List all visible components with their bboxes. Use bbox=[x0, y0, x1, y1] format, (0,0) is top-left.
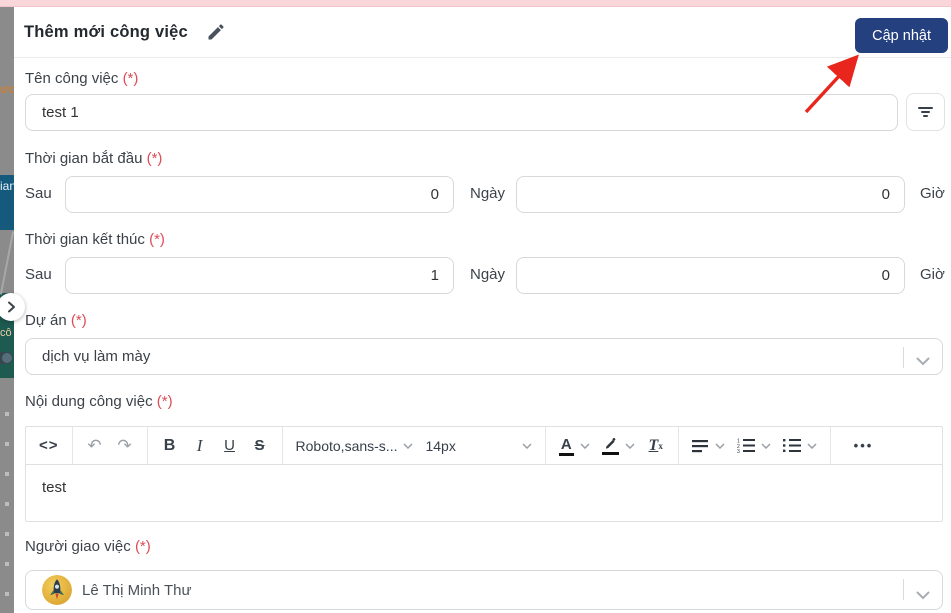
assigner-select[interactable]: Lê Thị Minh Thư bbox=[25, 570, 943, 610]
assigner-select-value: Lê Thị Minh Thư bbox=[82, 581, 192, 599]
editor-content[interactable]: test bbox=[26, 465, 942, 521]
project-label: Dự án (*) bbox=[25, 312, 87, 329]
more-options-button[interactable]: ••• bbox=[840, 431, 888, 461]
required-mark: (*) bbox=[134, 538, 151, 555]
undo-button[interactable]: ↶ bbox=[82, 431, 108, 461]
align-left-icon bbox=[691, 439, 708, 452]
strip-dot bbox=[5, 502, 9, 506]
required-mark: (*) bbox=[156, 393, 173, 410]
bullet-list-icon bbox=[782, 439, 801, 452]
italic-button[interactable]: I bbox=[187, 431, 213, 461]
task-filter-button[interactable] bbox=[906, 93, 945, 131]
align-dropdown[interactable] bbox=[688, 431, 729, 461]
start-days-unit-label: Ngày bbox=[470, 185, 506, 202]
strikethrough-button[interactable]: S bbox=[247, 431, 273, 461]
chevron-right-icon bbox=[7, 301, 15, 313]
rich-text-editor: <> ↶ ↷ B I U S Roboto,sans-s... 14px A T… bbox=[25, 426, 943, 522]
strip-dot bbox=[5, 412, 9, 416]
start-days-input[interactable] bbox=[65, 176, 454, 213]
strip-dot bbox=[5, 592, 9, 596]
background-toggle bbox=[0, 352, 13, 364]
required-mark: (*) bbox=[149, 231, 165, 248]
strip-dot bbox=[5, 442, 9, 446]
filter-icon bbox=[918, 105, 933, 119]
end-days-input[interactable] bbox=[65, 257, 454, 294]
chevron-down-icon bbox=[715, 442, 725, 449]
redo-button[interactable]: ↷ bbox=[112, 431, 138, 461]
chevron-down-icon bbox=[625, 442, 635, 449]
project-select[interactable]: dịch vụ làm mày bbox=[25, 338, 943, 375]
end-hours-unit-label: Giờ bbox=[920, 266, 945, 283]
edit-title-pencil-icon[interactable] bbox=[206, 22, 226, 42]
task-name-label: Tên công việc (*) bbox=[25, 70, 139, 87]
ordered-list-dropdown[interactable]: 123 bbox=[733, 431, 775, 461]
start-time-row: Sau Ngày Giờ bbox=[25, 176, 948, 213]
bullet-list-dropdown[interactable] bbox=[779, 431, 821, 461]
end-hours-input[interactable] bbox=[516, 257, 905, 294]
end-time-label: Thời gian kết thúc (*) bbox=[25, 231, 165, 248]
chevron-down-icon bbox=[807, 442, 817, 449]
task-name-input[interactable] bbox=[25, 94, 898, 131]
update-button[interactable]: Cập nhật bbox=[855, 18, 948, 53]
required-mark: (*) bbox=[70, 312, 87, 329]
start-time-label: Thời gian bắt đầu (*) bbox=[25, 150, 163, 167]
underline-button[interactable]: U bbox=[217, 431, 243, 461]
add-task-modal: Thêm mới công việc Cập nhật Tên công việ… bbox=[14, 7, 951, 613]
strip-dot bbox=[5, 472, 9, 476]
assigner-label: Người giao việc (*) bbox=[25, 538, 151, 555]
select-separator bbox=[903, 347, 904, 368]
background-clipped-text: ươ bbox=[0, 82, 14, 96]
page-title: Thêm mới công việc bbox=[24, 22, 188, 41]
start-hours-input[interactable] bbox=[516, 176, 905, 213]
chevron-down-icon bbox=[580, 442, 590, 449]
required-mark: (*) bbox=[122, 70, 139, 87]
strip-dot bbox=[5, 562, 9, 566]
highlight-color-dropdown[interactable] bbox=[598, 431, 639, 461]
end-after-label: Sau bbox=[25, 266, 52, 283]
text-color-dropdown[interactable]: A bbox=[555, 431, 594, 461]
content-label: Nội dung công việc (*) bbox=[25, 393, 173, 410]
chevron-down-icon bbox=[916, 587, 930, 604]
background-top-strip bbox=[0, 0, 951, 7]
select-separator bbox=[903, 579, 904, 600]
clear-formatting-button[interactable]: Tx bbox=[643, 431, 669, 461]
project-select-value: dịch vụ làm mày bbox=[42, 348, 151, 365]
end-days-unit-label: Ngày bbox=[470, 266, 506, 283]
strip-dot bbox=[5, 532, 9, 536]
code-view-button[interactable]: <> bbox=[35, 431, 63, 461]
chevron-down-icon bbox=[522, 442, 532, 449]
font-size-dropdown[interactable]: 14px bbox=[421, 431, 535, 461]
assigner-avatar bbox=[42, 575, 72, 605]
modal-header: Thêm mới công việc Cập nhật bbox=[14, 7, 951, 58]
chevron-down-icon bbox=[761, 442, 771, 449]
bold-button[interactable]: B bbox=[157, 431, 183, 461]
svg-text:3: 3 bbox=[737, 449, 740, 453]
start-hours-unit-label: Giờ bbox=[920, 185, 945, 202]
background-clipped-text: cô bbox=[0, 327, 12, 339]
highlighter-icon bbox=[601, 437, 619, 455]
start-after-label: Sau bbox=[25, 185, 52, 202]
background-diagonal-line bbox=[0, 231, 14, 295]
ordered-list-icon: 123 bbox=[737, 439, 755, 453]
font-family-dropdown[interactable]: Roboto,sans-s... bbox=[292, 431, 418, 461]
required-mark: (*) bbox=[146, 150, 163, 167]
chevron-down-icon bbox=[403, 442, 413, 449]
end-time-row: Sau Ngày Giờ bbox=[25, 257, 948, 294]
background-clipped-text: ian bbox=[0, 179, 14, 193]
editor-toolbar: <> ↶ ↷ B I U S Roboto,sans-s... 14px A T… bbox=[26, 427, 942, 465]
chevron-down-icon bbox=[916, 353, 930, 370]
